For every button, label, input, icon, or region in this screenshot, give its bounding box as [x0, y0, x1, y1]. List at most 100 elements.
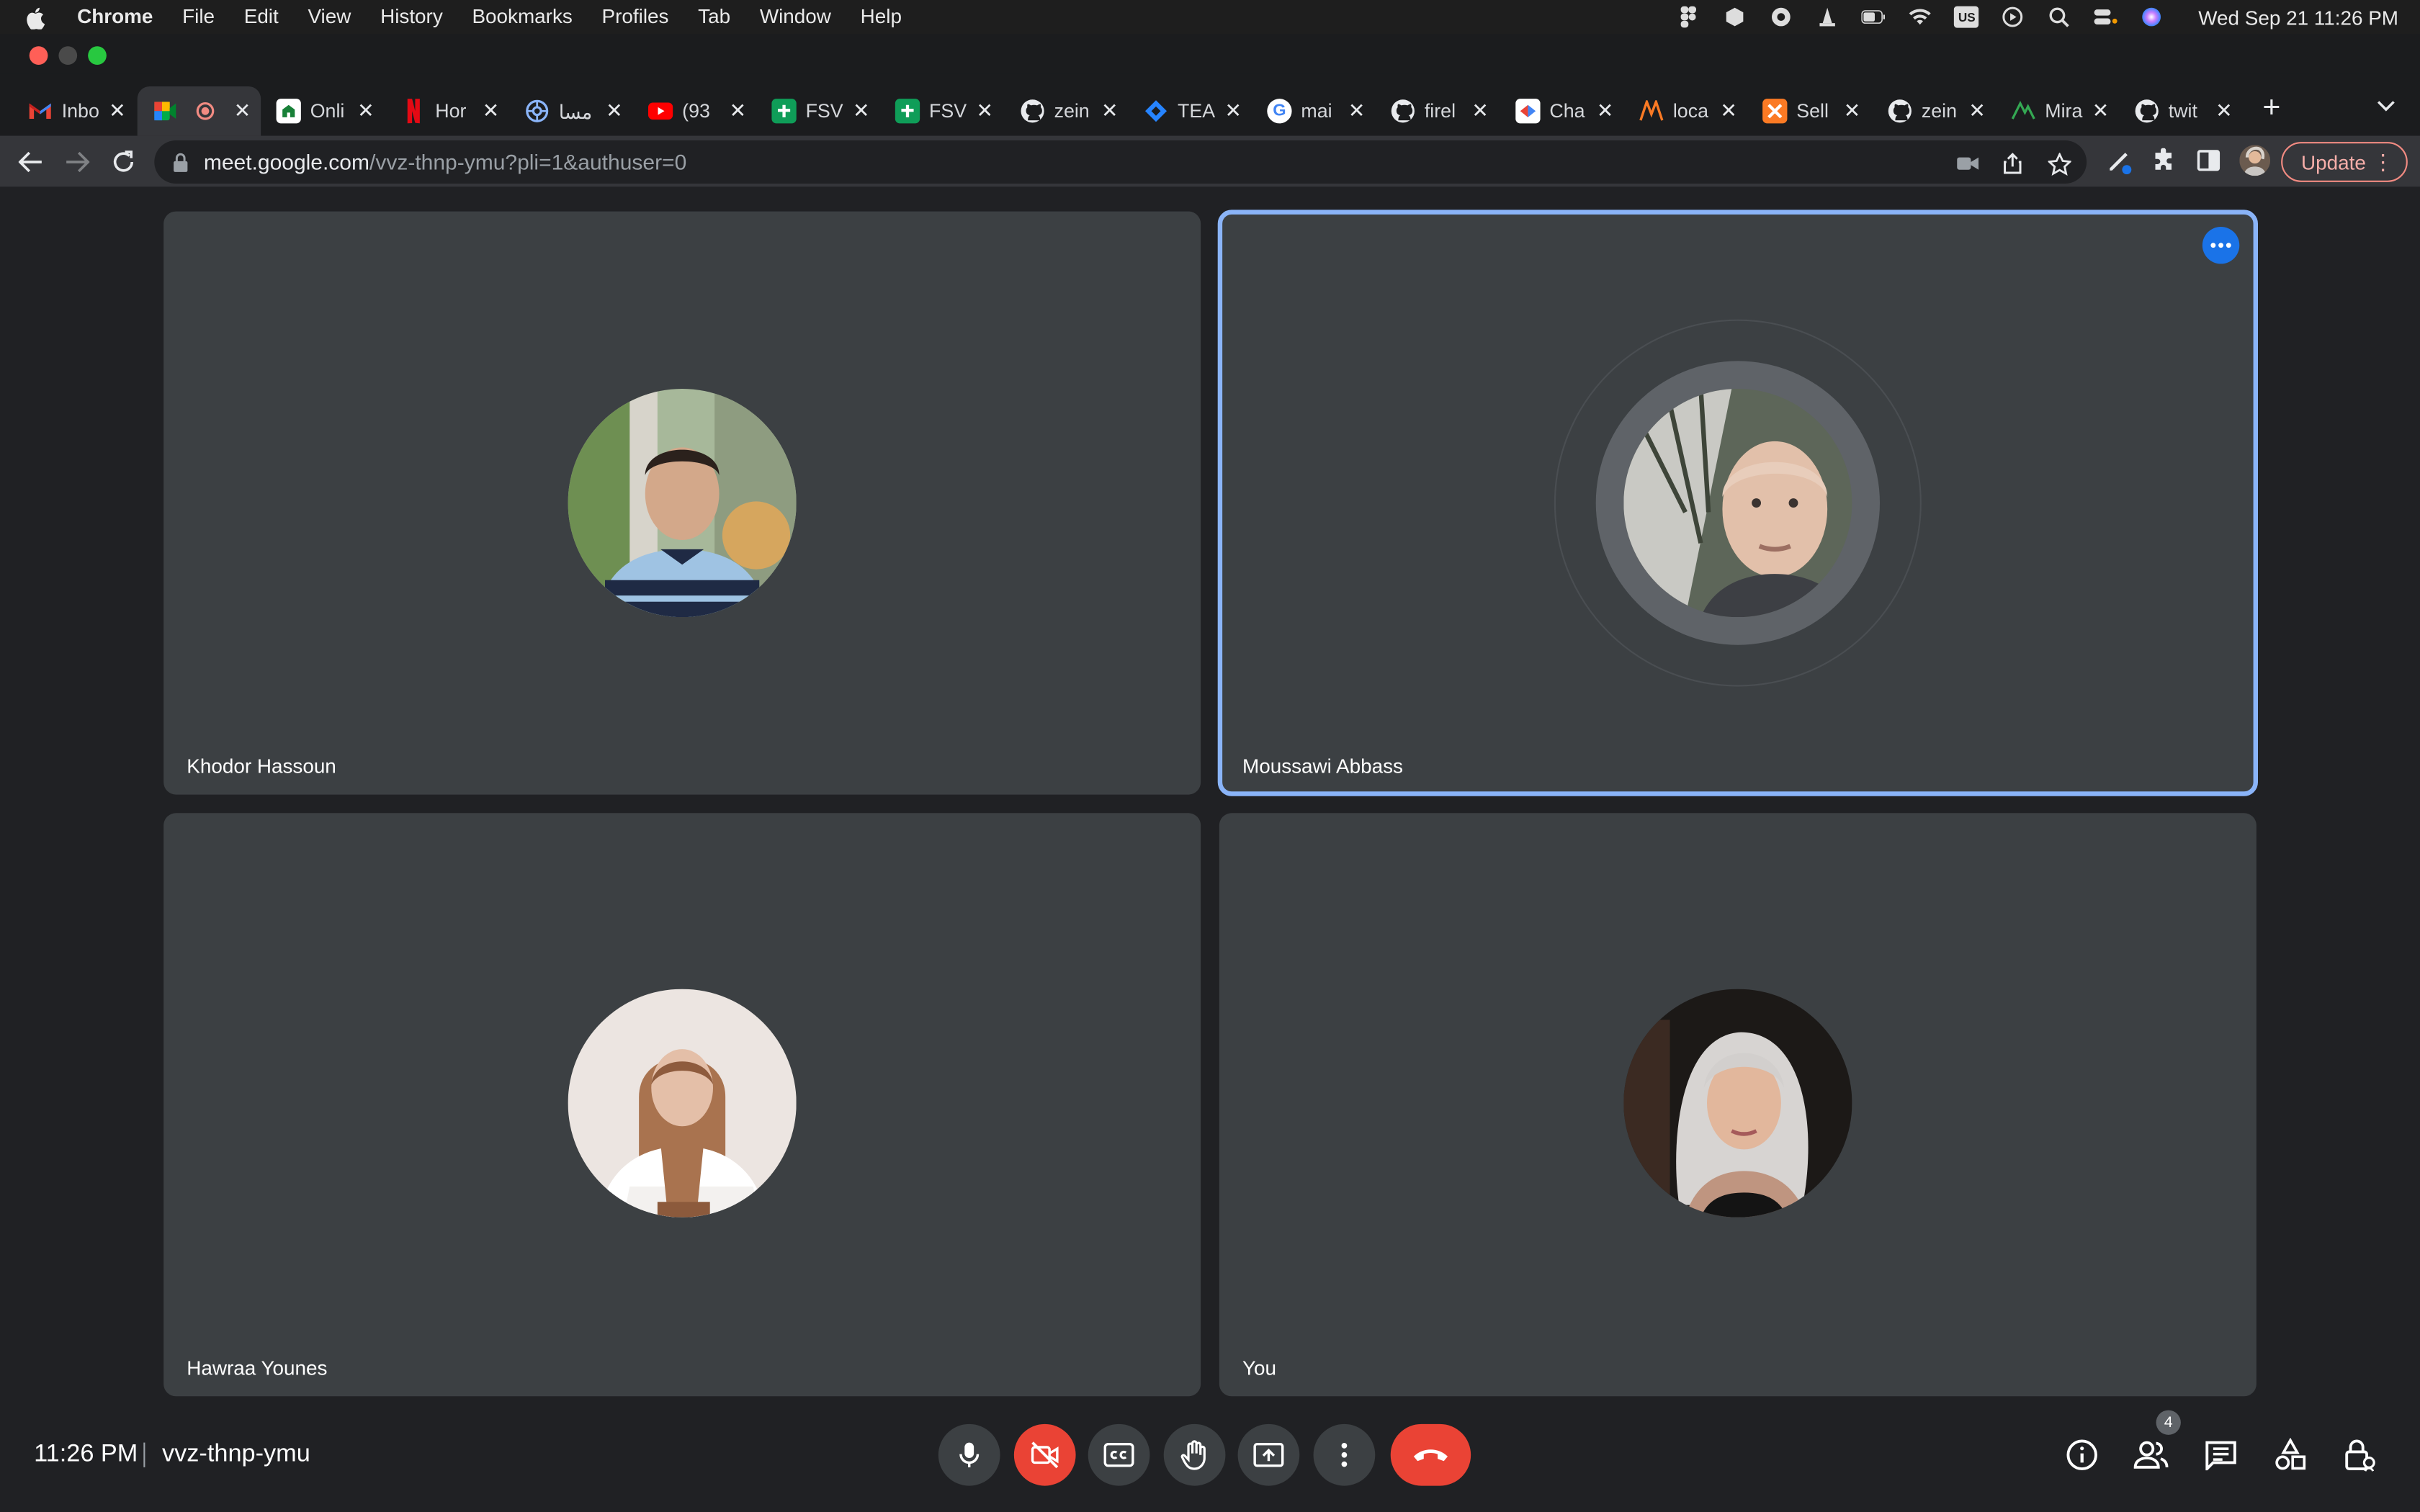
- host-controls-lock-icon[interactable]: [2341, 1436, 2378, 1473]
- chat-icon[interactable]: [2202, 1436, 2239, 1473]
- menu-history[interactable]: History: [380, 0, 443, 34]
- camera-off-button[interactable]: [1013, 1423, 1076, 1486]
- profile-avatar[interactable]: [2239, 145, 2271, 176]
- cube-icon[interactable]: [1723, 6, 1747, 28]
- forward-arrow-icon[interactable]: [60, 145, 94, 179]
- zoom-window-button[interactable]: [88, 46, 107, 65]
- tab-github-twit[interactable]: twit ✕: [2119, 93, 2242, 130]
- tab-gmail[interactable]: Inbo ✕: [12, 93, 135, 130]
- tab-close-icon[interactable]: ✕: [2088, 99, 2112, 123]
- tab-netflix[interactable]: Hor ✕: [386, 93, 509, 130]
- tab-close-icon[interactable]: ✕: [849, 99, 874, 123]
- meeting-details-info-icon[interactable]: [2063, 1436, 2100, 1473]
- share-icon[interactable]: [2000, 151, 2025, 176]
- tab-localhost[interactable]: loca ✕: [1623, 93, 1747, 130]
- tab-github-2[interactable]: firel ✕: [1375, 93, 1498, 130]
- tab-close-icon[interactable]: ✕: [1965, 99, 1989, 123]
- figma-icon[interactable]: [1677, 6, 1701, 28]
- tab-close-icon[interactable]: ✕: [354, 99, 378, 123]
- self-view-tile[interactable]: You: [1219, 813, 2257, 1397]
- more-options-button[interactable]: [1313, 1423, 1376, 1486]
- tab-close-icon[interactable]: ✕: [972, 99, 997, 123]
- tab-close-icon[interactable]: ✕: [725, 99, 750, 123]
- close-window-button[interactable]: [29, 46, 48, 65]
- tab-search-chevron-icon[interactable]: [2377, 96, 2396, 117]
- tab-close-icon[interactable]: ✕: [1592, 99, 1617, 123]
- menu-window[interactable]: Window: [760, 0, 831, 34]
- input-source-icon[interactable]: US: [1954, 6, 1979, 28]
- at-circle-icon[interactable]: [1770, 6, 1794, 28]
- camera-in-use-icon[interactable]: [1955, 151, 1980, 176]
- window-titlebar: [0, 34, 2420, 74]
- present-screen-icon: [1253, 1442, 1284, 1467]
- lock-icon[interactable]: [173, 151, 192, 173]
- leave-call-button[interactable]: [1390, 1423, 1471, 1486]
- participant-tile-active-speaker[interactable]: Moussawi Abbass: [1217, 210, 2258, 796]
- tab-youtube[interactable]: (93 ✕: [633, 93, 756, 130]
- apple-icon[interactable]: [24, 6, 49, 29]
- activities-icon[interactable]: [2272, 1436, 2308, 1473]
- captions-button[interactable]: [1088, 1423, 1150, 1486]
- menu-profiles[interactable]: Profiles: [602, 0, 669, 34]
- bookmark-star-icon[interactable]: [2046, 151, 2071, 176]
- tab-close-icon[interactable]: ✕: [230, 99, 254, 123]
- control-center-icon[interactable]: [2094, 6, 2118, 28]
- tab-close-icon[interactable]: ✕: [478, 99, 503, 123]
- minimize-window-button[interactable]: [58, 46, 78, 65]
- tab-close-icon[interactable]: ✕: [1468, 99, 1492, 123]
- siri-icon[interactable]: [2140, 6, 2164, 28]
- tab-close-icon[interactable]: ✕: [1716, 99, 1741, 123]
- chrome-update-button[interactable]: Update ⋮: [2281, 142, 2408, 182]
- tab-chat[interactable]: Cha ✕: [1500, 93, 1623, 130]
- participant-tile[interactable]: Khodor Hassoun: [163, 211, 1201, 795]
- present-screen-button[interactable]: [1237, 1423, 1300, 1486]
- tab-sheets-2[interactable]: FSV ✕: [879, 93, 1003, 130]
- site-icon: [276, 99, 301, 124]
- tab-close-icon[interactable]: ✕: [1344, 99, 1368, 123]
- back-arrow-icon[interactable]: [14, 145, 48, 179]
- tab-online[interactable]: Onli ✕: [261, 93, 384, 130]
- tab-github-3[interactable]: zein ✕: [1872, 93, 1995, 130]
- tab-google-meet[interactable]: ✕: [137, 86, 261, 136]
- people-icon[interactable]: [2133, 1436, 2169, 1473]
- tab-close-icon[interactable]: ✕: [2212, 99, 2236, 123]
- address-bar[interactable]: meet.google.com/vvz-thnp-ymu?pli=1&authu…: [154, 140, 2087, 184]
- menu-bookmarks[interactable]: Bookmarks: [472, 0, 572, 34]
- menu-edit[interactable]: Edit: [244, 0, 279, 34]
- spotlight-search-icon[interactable]: [2047, 6, 2071, 28]
- vlc-icon[interactable]: [1816, 6, 1840, 28]
- reload-icon[interactable]: [107, 145, 140, 179]
- raise-hand-button[interactable]: [1163, 1423, 1226, 1486]
- tab-title: mai: [1301, 100, 1332, 122]
- menu-tab[interactable]: Tab: [698, 0, 730, 34]
- tab-github-1[interactable]: zein ✕: [1005, 93, 1128, 130]
- menu-file[interactable]: File: [182, 0, 215, 34]
- tab-arabic-site[interactable]: مسا ✕: [509, 93, 632, 130]
- extensions-puzzle-icon[interactable]: [2150, 147, 2178, 175]
- tab-close-icon[interactable]: ✕: [1839, 99, 1864, 123]
- new-tab-button[interactable]: +: [2262, 93, 2280, 124]
- site-icon: [1515, 99, 1541, 124]
- extension-pen-icon[interactable]: [2105, 147, 2133, 175]
- tab-close-icon[interactable]: ✕: [602, 99, 627, 123]
- tab-sheets-1[interactable]: FSV ✕: [756, 93, 879, 130]
- tab-close-icon[interactable]: ✕: [1221, 99, 1245, 123]
- tab-sell[interactable]: Sell ✕: [1747, 93, 1870, 130]
- tab-close-icon[interactable]: ✕: [105, 99, 130, 123]
- kebab-menu-icon[interactable]: ⋮: [2372, 148, 2394, 176]
- microphone-button[interactable]: [938, 1423, 1000, 1486]
- tab-google-search[interactable]: G mai ✕: [1252, 93, 1375, 130]
- menubar-clock[interactable]: Wed Sep 21 11:26 PM: [2198, 6, 2398, 29]
- tab-close-icon[interactable]: ✕: [1098, 99, 1122, 123]
- menu-view[interactable]: View: [308, 0, 351, 34]
- menu-help[interactable]: Help: [861, 0, 902, 34]
- more-options-icon[interactable]: [2202, 227, 2240, 264]
- participant-tile[interactable]: Hawraa Younes: [163, 813, 1201, 1397]
- menu-app-name[interactable]: Chrome: [77, 0, 153, 34]
- wifi-icon[interactable]: [1908, 6, 1932, 28]
- tab-jira[interactable]: TEA ✕: [1128, 93, 1251, 130]
- play-circle-icon[interactable]: [2001, 6, 2025, 28]
- tab-title: FSV: [805, 100, 843, 122]
- side-panel-icon[interactable]: [2195, 147, 2223, 175]
- tab-miro[interactable]: Mira ✕: [1996, 93, 2119, 130]
